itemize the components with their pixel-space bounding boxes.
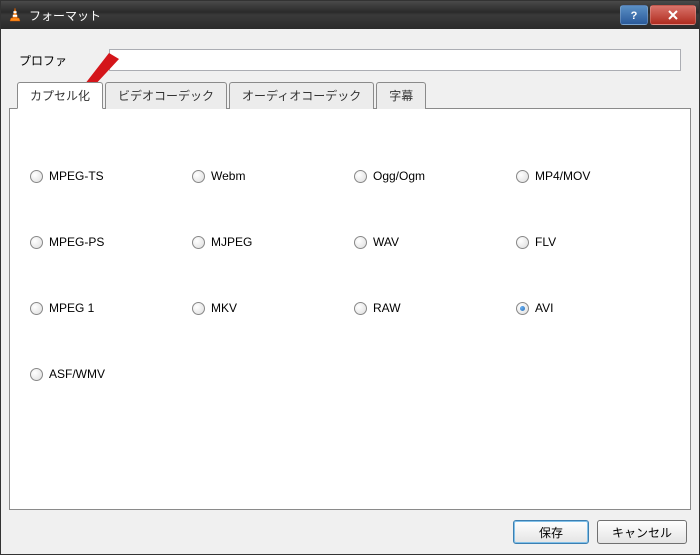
tab-label: 字幕	[389, 89, 413, 103]
radio-icon	[192, 170, 205, 183]
profile-label: プロファ	[19, 52, 109, 69]
radio-mkv[interactable]: MKV	[192, 301, 346, 315]
vlc-icon	[7, 7, 23, 23]
radio-flv[interactable]: FLV	[516, 235, 670, 249]
radio-raw[interactable]: RAW	[354, 301, 508, 315]
radio-label: MJPEG	[211, 235, 252, 249]
tabpanel-encapsulation: MPEG-TS Webm Ogg/Ogm MP4/MOV MPEG-PS MJP…	[9, 108, 691, 510]
tab-subtitles[interactable]: 字幕	[376, 82, 426, 109]
radio-icon	[30, 170, 43, 183]
radio-mpeg-ts[interactable]: MPEG-TS	[30, 169, 184, 183]
tabstrip: カプセル化 ビデオコーデック オーディオコーデック 字幕	[9, 81, 691, 108]
button-label: 保存	[539, 524, 563, 541]
window-title: フォーマット	[29, 7, 619, 24]
radio-icon	[354, 170, 367, 183]
cancel-button[interactable]: キャンセル	[597, 520, 687, 544]
radio-icon	[516, 302, 529, 315]
radio-label: MPEG-PS	[49, 235, 104, 249]
radio-icon	[354, 236, 367, 249]
radio-mpeg-ps[interactable]: MPEG-PS	[30, 235, 184, 249]
radio-label: MPEG 1	[49, 301, 94, 315]
profile-row: プロファ	[9, 35, 691, 81]
button-row: 保存 キャンセル	[9, 510, 691, 546]
radio-mjpeg[interactable]: MJPEG	[192, 235, 346, 249]
radio-mpeg1[interactable]: MPEG 1	[30, 301, 184, 315]
radio-icon	[354, 302, 367, 315]
radio-icon	[192, 236, 205, 249]
client-area: プロファ カプセル化 ビデオコーデック オーディオコーデック 字幕 MPEG-T…	[1, 29, 699, 554]
radio-label: WAV	[373, 235, 399, 249]
radio-mp4[interactable]: MP4/MOV	[516, 169, 670, 183]
radio-wav[interactable]: WAV	[354, 235, 508, 249]
radio-asf[interactable]: ASF/WMV	[30, 367, 184, 381]
profile-input[interactable]	[109, 49, 681, 71]
tab-label: カプセル化	[30, 89, 90, 103]
format-dialog: フォーマット ? プロファ カプセル化 ビデオコーデッ	[0, 0, 700, 555]
tab-label: ビデオコーデック	[118, 89, 214, 103]
radio-label: FLV	[535, 235, 556, 249]
radio-label: Webm	[211, 169, 245, 183]
radio-icon	[30, 302, 43, 315]
radio-label: Ogg/Ogm	[373, 169, 425, 183]
tab-video-codec[interactable]: ビデオコーデック	[105, 82, 227, 109]
close-button[interactable]	[650, 5, 696, 25]
radio-label: RAW	[373, 301, 401, 315]
radio-label: AVI	[535, 301, 553, 315]
radio-icon	[516, 236, 529, 249]
radio-icon	[516, 170, 529, 183]
radio-ogg[interactable]: Ogg/Ogm	[354, 169, 508, 183]
radio-label: ASF/WMV	[49, 367, 105, 381]
save-button[interactable]: 保存	[513, 520, 589, 544]
titlebar: フォーマット ?	[1, 1, 699, 29]
radio-label: MKV	[211, 301, 237, 315]
radio-avi[interactable]: AVI	[516, 301, 670, 315]
radio-label: MP4/MOV	[535, 169, 590, 183]
tab-label: オーディオコーデック	[242, 89, 361, 103]
tab-audio-codec[interactable]: オーディオコーデック	[229, 82, 374, 109]
tab-encapsulation[interactable]: カプセル化	[17, 82, 103, 109]
help-button[interactable]: ?	[620, 5, 648, 25]
radio-icon	[30, 236, 43, 249]
radio-webm[interactable]: Webm	[192, 169, 346, 183]
button-label: キャンセル	[612, 524, 672, 541]
radio-label: MPEG-TS	[49, 169, 104, 183]
format-radio-grid: MPEG-TS Webm Ogg/Ogm MP4/MOV MPEG-PS MJP…	[10, 109, 690, 401]
radio-icon	[30, 368, 43, 381]
radio-icon	[192, 302, 205, 315]
svg-text:?: ?	[631, 10, 638, 21]
